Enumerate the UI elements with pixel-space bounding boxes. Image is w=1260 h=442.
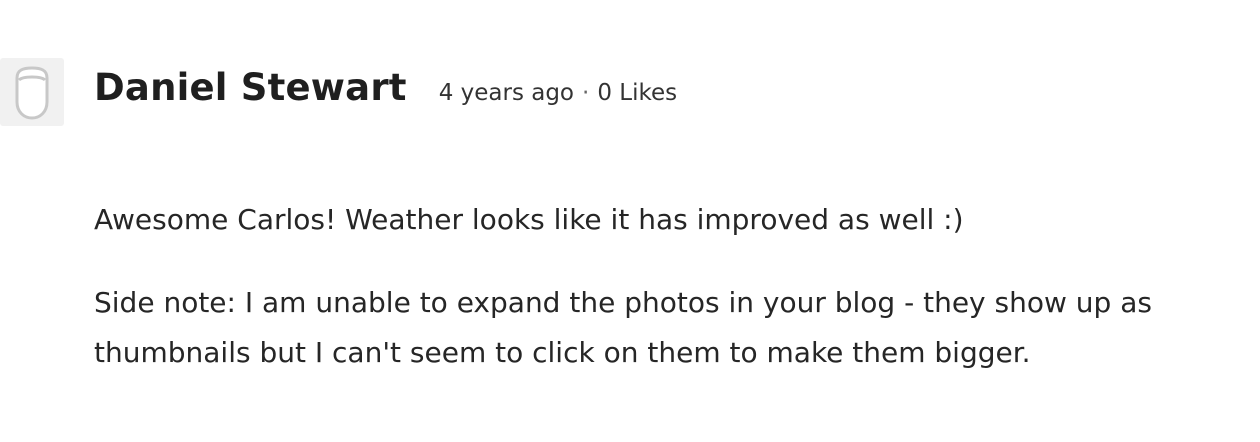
avatar[interactable]: [0, 58, 64, 126]
comment-body: Awesome Carlos! Weather looks like it ha…: [94, 195, 1214, 378]
user-placeholder-icon: [11, 64, 53, 120]
timestamp[interactable]: 4 years ago: [439, 80, 574, 106]
comment-meta: 4 years ago · 0 Likes: [439, 80, 677, 106]
author-name[interactable]: Daniel Stewart: [94, 66, 407, 109]
comment-header: Daniel Stewart 4 years ago · 0 Likes: [94, 66, 677, 109]
meta-separator: ·: [582, 80, 590, 106]
comment-paragraph: Side note: I am unable to expand the pho…: [94, 286, 1152, 369]
comment-paragraph: Awesome Carlos! Weather looks like it ha…: [94, 203, 964, 236]
likes-count[interactable]: 0 Likes: [597, 80, 677, 106]
comment: Daniel Stewart 4 years ago · 0 Likes Awe…: [0, 0, 1260, 442]
